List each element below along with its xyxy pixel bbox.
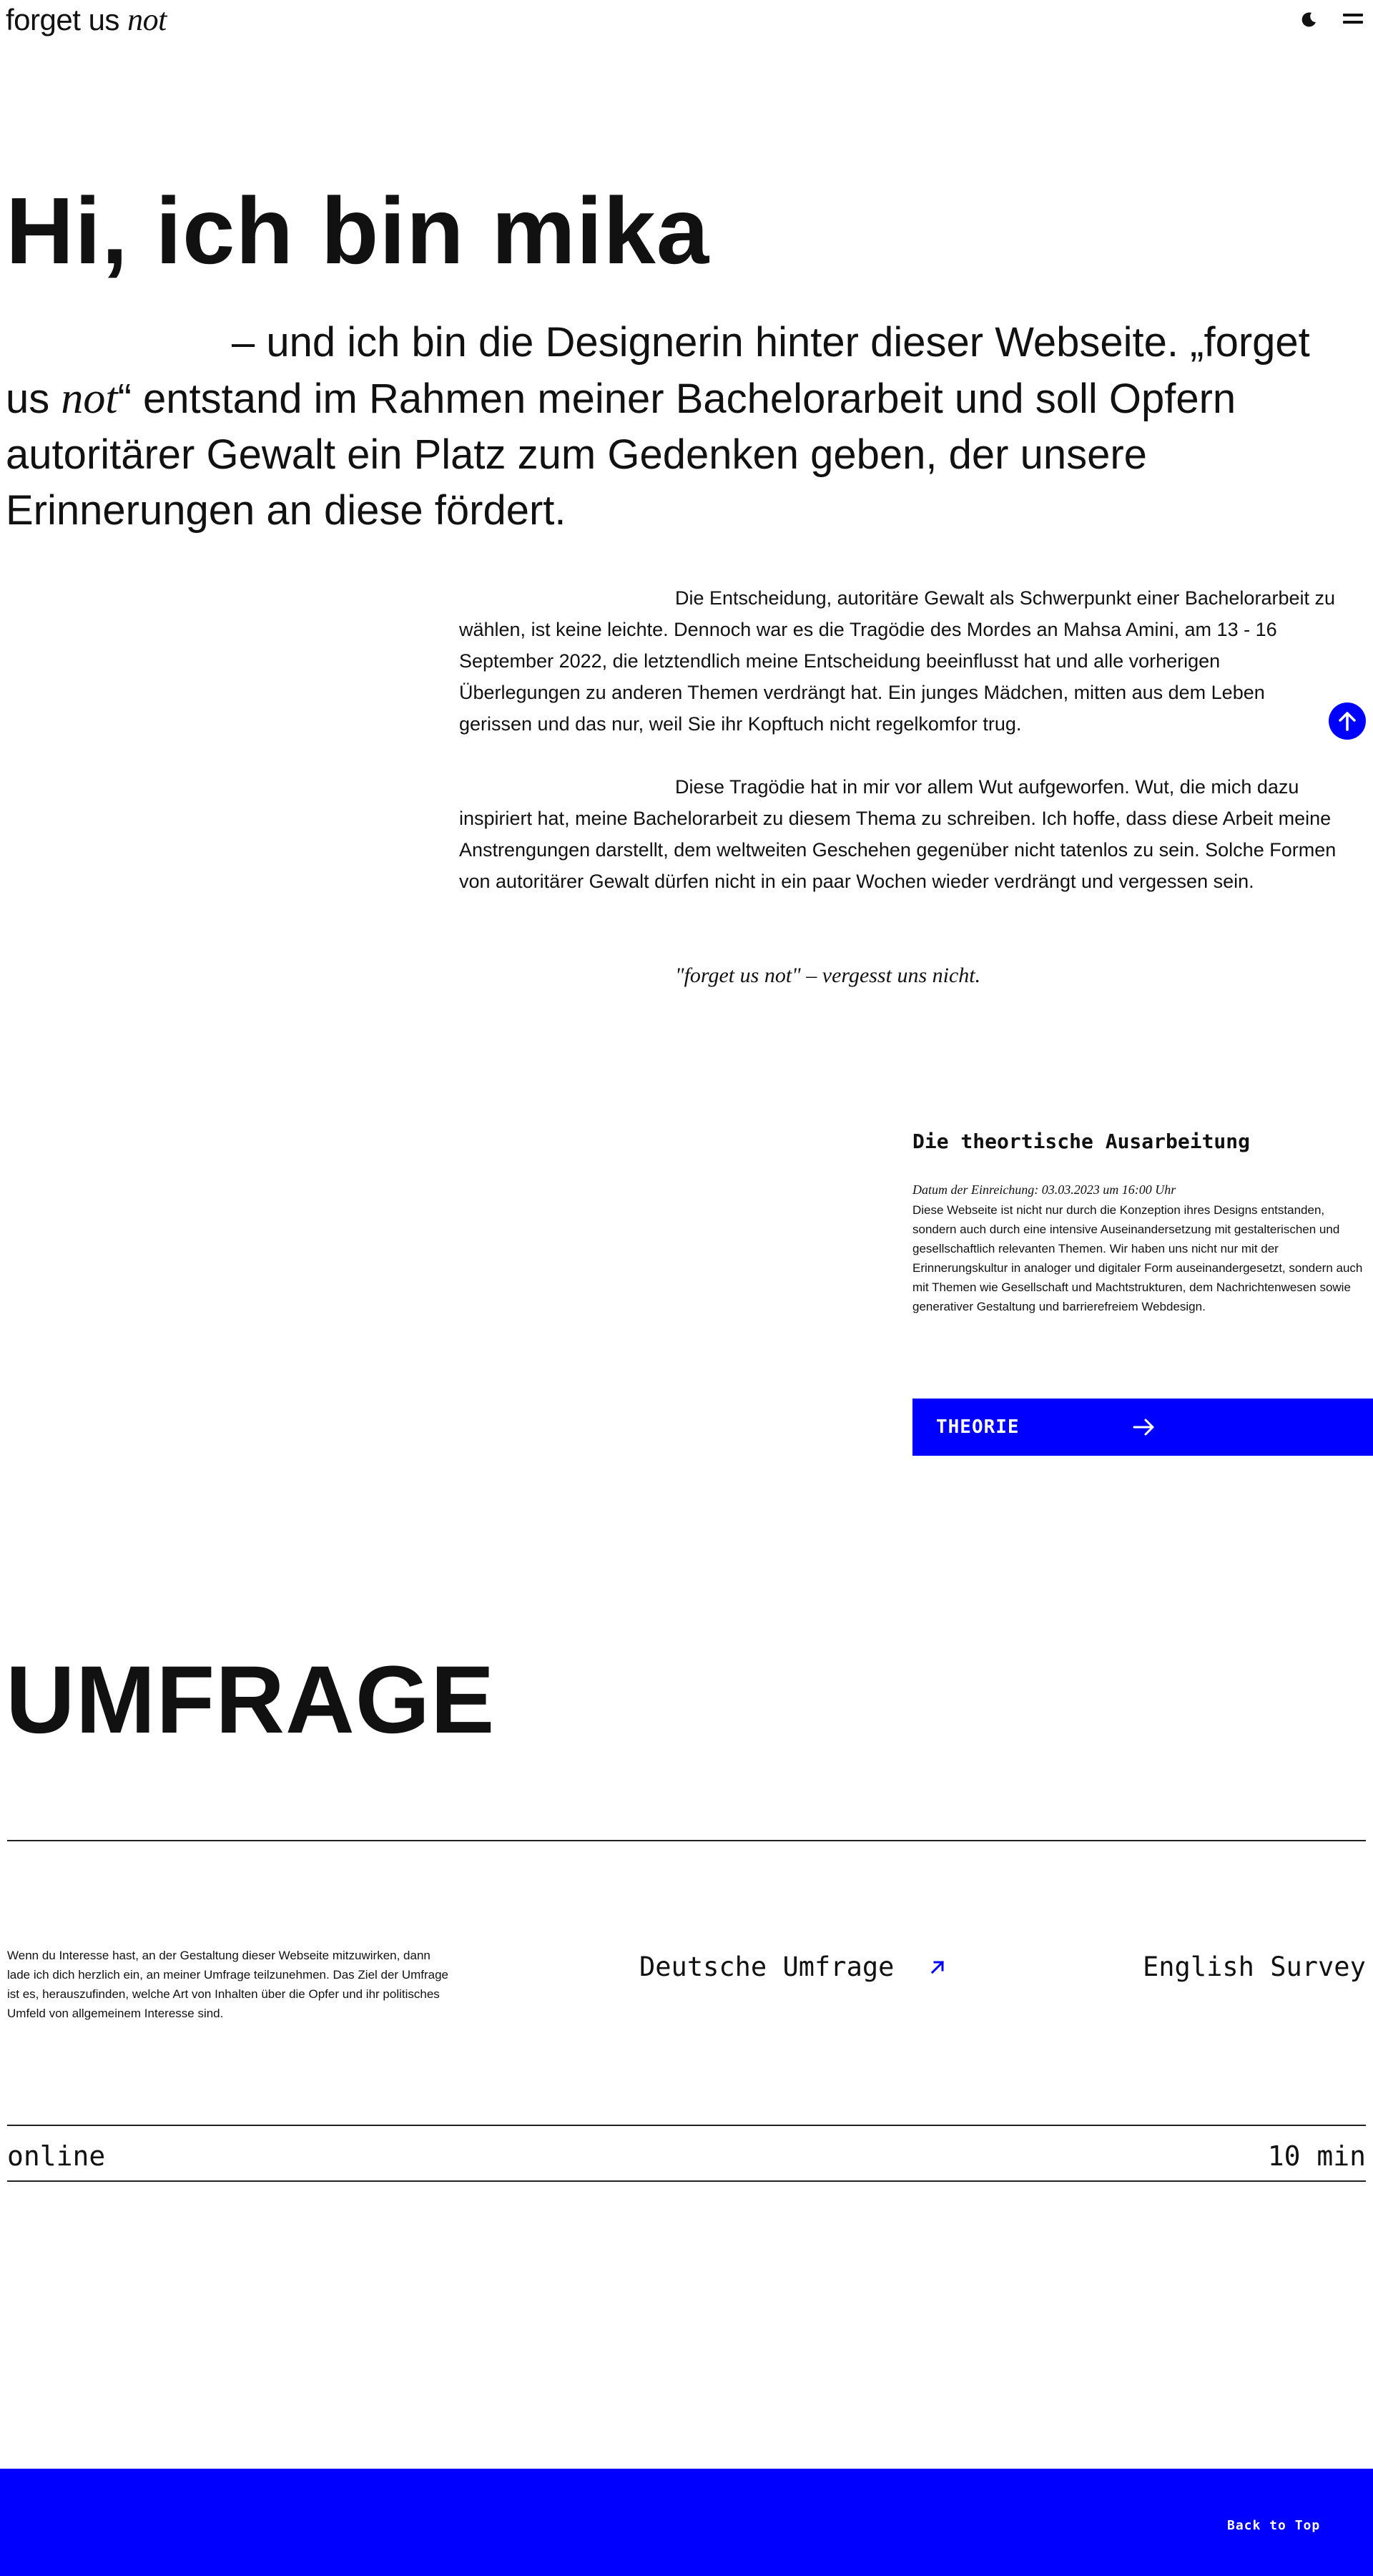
theory-button-label: THEORIE (936, 1416, 1020, 1438)
theory-button[interactable]: THEORIE (912, 1399, 1373, 1456)
divider (7, 1840, 1366, 1841)
theory-heading: Die theortische Ausarbeitung (912, 1130, 1251, 1153)
story-paragraph-2-text: Diese Tragödie hat in mir vor allem Wut … (459, 776, 1337, 892)
logo-emphasis: not (127, 2, 167, 37)
survey-title: UMFRAGE (6, 1647, 496, 1753)
english-survey-label: English Survey (1143, 1951, 1366, 1982)
menu-button[interactable] (1339, 10, 1367, 29)
page-title: Hi, ich bin mika (6, 178, 710, 283)
divider (7, 2125, 1366, 2126)
story-paragraph-1-text: Die Entscheidung, autoritäre Gewalt als … (459, 587, 1335, 735)
footer (0, 2469, 1373, 2576)
back-to-top-link[interactable]: Back to Top (1227, 2517, 1320, 2535)
survey-mode: online (7, 2140, 106, 2172)
divider (7, 2180, 1366, 2182)
german-survey-link[interactable]: Deutsche Umfrage (639, 1946, 946, 1987)
hamburger-menu-icon (1343, 14, 1363, 16)
survey-description: Wenn du Interesse hast, an der Gestaltun… (7, 1949, 449, 2020)
moon-icon (1301, 12, 1316, 27)
theme-toggle-button[interactable] (1300, 10, 1319, 29)
logo-text: forget us (6, 3, 119, 36)
theory-text: Diese Webseite ist nicht nur durch die K… (912, 1203, 1363, 1313)
quote: "forget us not" – vergesst uns nicht. (675, 964, 981, 987)
intro-emphasis: not (61, 374, 118, 423)
survey-duration: 10 min (1267, 2140, 1366, 2172)
arrow-right-icon (1133, 1419, 1154, 1436)
story-paragraph-1: Die Entscheidung, autoritäre Gewalt als … (459, 582, 1342, 740)
story-paragraph-2: Diese Tragödie hat in mir vor allem Wut … (459, 771, 1342, 897)
arrow-up-icon (1339, 712, 1356, 731)
intro-text: – und ich bin die Designerin hinter dies… (6, 315, 1350, 539)
english-survey-link[interactable]: English Survey (1143, 1946, 1373, 1987)
intro-part2: “ entstand im Rahmen meiner Bachelorarbe… (6, 376, 1236, 534)
site-logo[interactable]: forget us not (6, 1, 167, 39)
german-survey-label: Deutsche Umfrage (639, 1951, 895, 1982)
scroll-to-top-button[interactable] (1329, 702, 1366, 740)
arrow-up-right-icon (930, 1960, 944, 1974)
theory-date: Datum der Einreichung: 03.03.2023 um 16:… (912, 1182, 1176, 1197)
